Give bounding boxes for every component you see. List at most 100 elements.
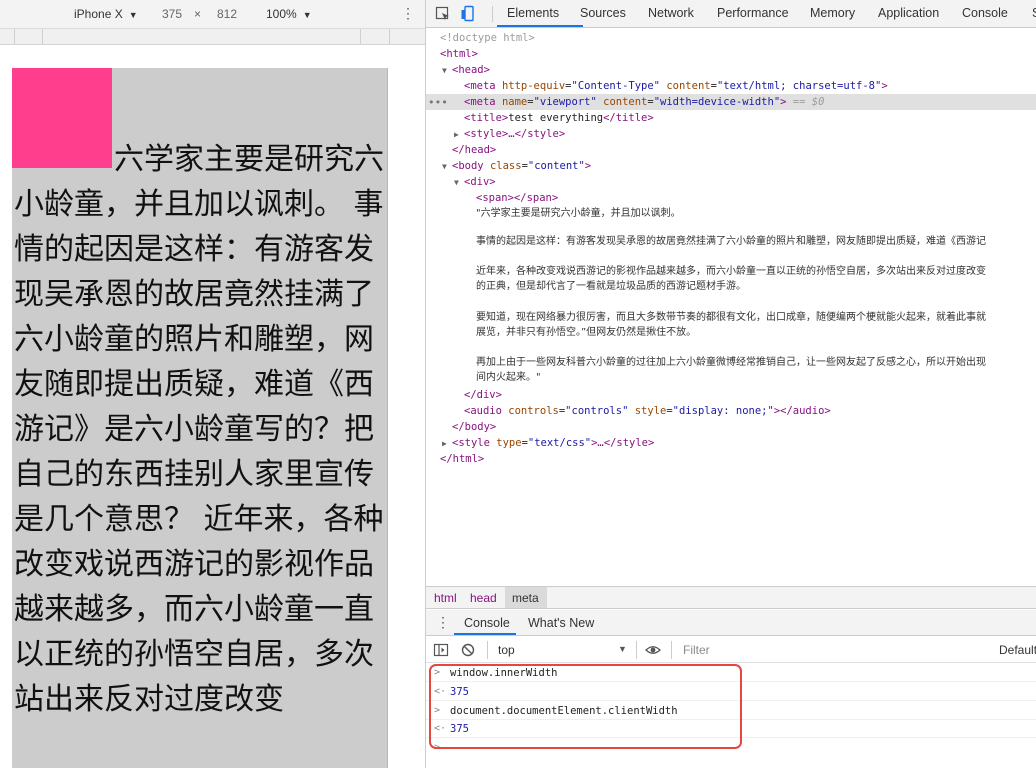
tree-node-body-close[interactable]: </body> [426,419,1036,435]
tree-node-div[interactable]: ▼ <div> [426,174,1036,190]
text-node-line[interactable]: 要知道，现在网络暴力很厉害，而且大多数带节奏的都很有文化，出口成章，随便编两个梗… [476,310,986,326]
tab-sources[interactable]: Sources [580,6,626,20]
console-prompt[interactable]: > [426,739,1036,757]
div-close-tag: </div> [464,389,502,401]
context-select[interactable]: top [498,643,515,657]
attr-value: "controls" [565,405,629,417]
toolbar-divider [671,641,672,659]
breadcrumb-html[interactable]: html [434,591,457,605]
breadcrumb-meta[interactable]: meta [512,591,539,605]
text-node-line[interactable]: 间内火起来。" [476,370,541,386]
expanded-triangle-icon[interactable]: ▼ [442,159,452,175]
title-close-tag: </title> [603,112,654,124]
device-select[interactable]: iPhone X ▼ [74,7,138,21]
console-entry[interactable]: > window.innerWidth [426,664,1036,682]
div-open-tag: <div> [464,176,496,188]
text-node-line[interactable]: "六学家主要是研究六小龄童，并且加以讽刺。 [476,206,681,222]
log-levels-select[interactable]: Default [999,643,1036,657]
filter-input[interactable] [678,641,988,659]
breadcrumb: html head meta [426,586,1036,609]
expanded-triangle-icon[interactable]: ▼ [442,63,452,79]
text-node-line[interactable]: 近年来，各种改变戏说西游记的影视作品越来越多，而六小龄童一直以正统的孙悟空自居，… [476,264,986,280]
attr-name: controls [508,405,559,417]
tree-node-style-2[interactable]: ▶ <style type="text/css">…</style> [426,435,1036,451]
tree-node-meta-viewport-selected[interactable]: <meta name="viewport" content="width=dev… [426,94,1036,110]
tree-node-span[interactable]: <span></span> [426,190,1036,206]
zoom-value: 100% [266,7,297,21]
attr-name: content [603,96,648,108]
text-node-line[interactable]: 再加上由于一些网友科普六小龄童的过往加上六小龄童微博经常推销自己，让一些网友起了… [476,355,986,371]
text-node-line[interactable]: 事情的起因是这样：有游客发现吴承恩的故居竟然挂满了六小龄童的照片和雕塑，网友随即… [476,234,986,250]
drawer-tab-whats-new[interactable]: What's New [528,616,594,630]
meta-tag-name: meta [470,96,496,108]
text-node-line[interactable]: 的正典，但是却代言了一看就是垃圾品质的西游记题材手游。 [476,279,746,295]
device-height-input[interactable]: 812 [217,7,237,21]
ruler-segment [42,29,43,44]
ruler-segment [360,29,361,44]
tab-security-truncated[interactable]: S [1032,6,1036,20]
selected-node-marker: == $0 [786,96,825,108]
page-body-text: 六学家主要是研究六小龄童，并且加以讽刺。 事情的起因是这样：有游客发现吴承恩的故… [14,142,384,717]
tree-node-meta-content-type[interactable]: <meta http-equiv="Content-Type" content=… [426,78,1036,94]
inspect-element-icon[interactable] [434,5,452,23]
devtools-panel: Elements Sources Network Performance Mem… [425,0,1036,768]
tree-node-title[interactable]: <title>test everything</title> [426,110,1036,126]
sidebar-toggle-icon[interactable] [433,642,449,658]
zoom-select[interactable]: 100% ▼ [266,7,312,21]
tab-memory[interactable]: Memory [810,6,855,20]
audio-close-tag: ></audio> [773,405,831,417]
device-name: iPhone X [74,7,123,21]
title-text: test everything [508,112,604,124]
console-output[interactable]: > window.innerWidth <· 375 > document.do… [426,664,1036,768]
tree-node-audio[interactable]: <audio controls="controls" style="displa… [426,403,1036,419]
tree-node-div-close[interactable]: </div> [426,387,1036,403]
collapsed-triangle-icon[interactable]: ▶ [442,436,452,452]
tree-node-doctype[interactable]: <!doctype html> [426,30,1036,46]
tree-node-html-close[interactable]: </html> [426,451,1036,467]
tree-node-head[interactable]: ▼ <head> [426,62,1036,78]
title-open-tag: <title> [464,112,509,124]
device-toolbar-icon[interactable] [460,5,478,23]
tab-performance[interactable]: Performance [717,6,789,20]
console-entry[interactable]: <· 375 [426,720,1036,738]
drawer-tab-console[interactable]: Console [454,610,516,635]
eye-icon[interactable] [645,642,661,658]
style-collapsed-tag: <style>…</style> [464,128,566,140]
device-toolbar: iPhone X ▼ 375 × 812 100% ▼ ⋮ [0,0,425,29]
console-entry[interactable]: <· 375 [426,683,1036,701]
elements-tree[interactable]: <!doctype html> <html> ▼ <head> <meta htt… [426,28,1036,585]
html-open-tag: <html> [440,48,478,60]
breadcrumb-head[interactable]: head [470,591,497,605]
devtools-window: iPhone X ▼ 375 × 812 100% ▼ ⋮ 六学家主要是研究六小龄童… [0,0,1036,768]
tab-console[interactable]: Console [962,6,1008,20]
dimension-separator: × [194,7,202,21]
collapsed-triangle-icon[interactable]: ▶ [454,127,464,143]
drawer-tab-label: Console [464,616,510,630]
tab-elements[interactable]: Elements [507,6,559,20]
span-tag: <span></span> [476,192,559,204]
tree-node-head-close[interactable]: </head> [426,142,1036,158]
tree-node-body[interactable]: ▼ <body class="content"> [426,158,1036,174]
media-query-ruler[interactable] [0,29,425,45]
doctype-text: <!doctype html> [440,32,535,44]
head-open-tag: <head> [452,64,490,76]
console-entry[interactable]: > document.documentElement.clientWidth [426,702,1036,720]
node-actions-icon[interactable]: ••• [428,96,448,109]
text-node-line[interactable]: 展览，并非只有孙悟空。”但网友仍然是揪住不放。 [476,325,696,341]
attr-value: "width=device-width" [653,96,781,108]
tab-application[interactable]: Application [878,6,939,20]
device-width-input[interactable]: 375 [162,7,182,21]
clear-console-icon[interactable] [460,642,476,658]
more-options-icon[interactable]: ⋮ [401,4,415,22]
drawer-menu-icon[interactable]: ⋮ [436,614,450,630]
chevron-down-icon[interactable]: ▼ [618,644,627,654]
console-result: 375 [450,723,469,735]
tree-node-html[interactable]: <html> [426,46,1036,62]
tree-node-style[interactable]: ▶ <style>…</style> [426,126,1036,142]
expanded-triangle-icon[interactable]: ▼ [454,175,464,191]
input-prompt-icon: > [434,667,441,678]
toolbar-divider [636,641,637,659]
attr-name: class [489,160,522,172]
tab-network[interactable]: Network [648,6,694,20]
ruler-segment [389,29,390,44]
